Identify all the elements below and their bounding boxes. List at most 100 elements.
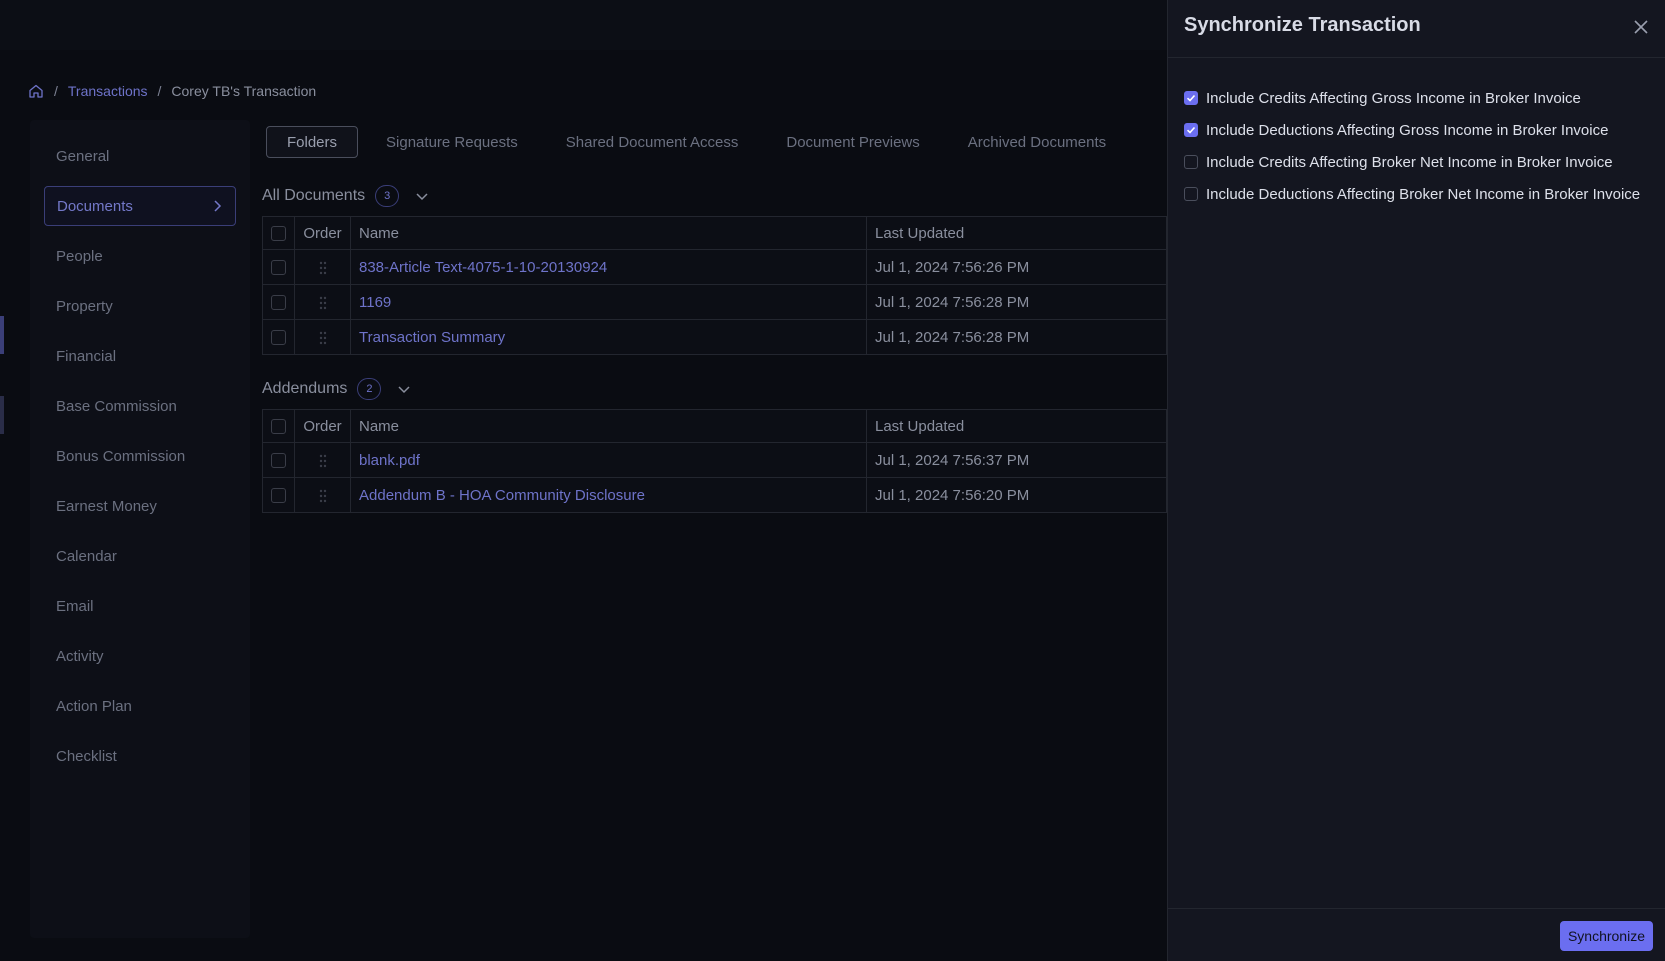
chevron-down-icon[interactable] bbox=[413, 187, 431, 205]
tab-folders[interactable]: Folders bbox=[266, 126, 359, 158]
left-edge-accent bbox=[0, 396, 4, 434]
sidebar-item-general[interactable]: General bbox=[44, 136, 236, 176]
column-header-order[interactable]: Order bbox=[294, 216, 351, 250]
drawer-title: Synchronize Transaction bbox=[1184, 14, 1421, 36]
option-label: Include Credits Affecting Gross Income i… bbox=[1206, 89, 1581, 107]
table-row: 1169 Jul 1, 2024 7:56:28 PM bbox=[262, 284, 1167, 320]
row-checkbox[interactable] bbox=[271, 330, 286, 346]
table-row: Transaction Summary Jul 1, 2024 7:56:28 … bbox=[262, 319, 1167, 355]
sidebar-item-bonus-commission[interactable]: Bonus Commission bbox=[44, 436, 236, 476]
sidebar-item-financial[interactable]: Financial bbox=[44, 336, 236, 376]
sidebar-item-label: People bbox=[56, 247, 103, 265]
sidebar-item-base-commission[interactable]: Base Commission bbox=[44, 386, 236, 426]
breadcrumb-separator: / bbox=[54, 83, 58, 99]
option-label: Include Deductions Affecting Broker Net … bbox=[1206, 185, 1641, 203]
option-checkbox[interactable] bbox=[1184, 91, 1198, 105]
sidebar-item-label: Financial bbox=[56, 347, 117, 365]
table-header-row: Order Name Last Updated bbox=[262, 216, 1167, 250]
sidebar-item-earnest-money[interactable]: Earnest Money bbox=[44, 486, 236, 526]
column-header-last-updated[interactable]: Last Updated bbox=[866, 409, 1167, 443]
drag-handle-icon[interactable] bbox=[318, 296, 328, 310]
sidebar-item-label: Base Commission bbox=[56, 397, 177, 415]
last-updated-cell: Jul 1, 2024 7:56:20 PM bbox=[866, 477, 1167, 513]
sidebar-item-checklist[interactable]: Checklist bbox=[44, 736, 236, 776]
sidebar-item-activity[interactable]: Activity bbox=[44, 636, 236, 676]
section-title: Addendums bbox=[262, 380, 348, 397]
sidebar-item-label: Property bbox=[56, 297, 113, 315]
section-title: All Documents bbox=[262, 187, 366, 204]
table-row: blank.pdf Jul 1, 2024 7:56:37 PM bbox=[262, 442, 1167, 478]
document-link[interactable]: 838-Article Text-4075-1-10-20130924 bbox=[359, 259, 607, 276]
sidebar-item-label: Email bbox=[56, 597, 94, 615]
column-header-order[interactable]: Order bbox=[294, 409, 351, 443]
drag-handle-icon[interactable] bbox=[318, 489, 328, 503]
home-icon[interactable] bbox=[28, 83, 44, 99]
option-checkbox[interactable] bbox=[1184, 155, 1198, 169]
tab-signature-requests[interactable]: Signature Requests bbox=[366, 126, 538, 158]
select-all-checkbox[interactable] bbox=[271, 226, 286, 242]
column-header-last-updated[interactable]: Last Updated bbox=[866, 216, 1167, 250]
tab-archived-documents[interactable]: Archived Documents bbox=[948, 126, 1126, 158]
option-checkbox[interactable] bbox=[1184, 123, 1198, 137]
table-header-row: Order Name Last Updated bbox=[262, 409, 1167, 443]
breadcrumb-transactions-link[interactable]: Transactions bbox=[68, 83, 148, 99]
drag-handle-icon[interactable] bbox=[318, 331, 328, 345]
addendums-table: Order Name Last Updated blank.pdf Jul 1,… bbox=[262, 409, 1167, 513]
tab-shared-document-access[interactable]: Shared Document Access bbox=[546, 126, 759, 158]
last-updated-cell: Jul 1, 2024 7:56:37 PM bbox=[866, 442, 1167, 478]
left-edge-accent bbox=[0, 316, 4, 354]
select-all-checkbox[interactable] bbox=[271, 419, 286, 435]
table-row: Addendum B - HOA Community Disclosure Ju… bbox=[262, 477, 1167, 513]
document-link[interactable]: Transaction Summary bbox=[359, 329, 505, 346]
synchronize-button[interactable]: Synchronize bbox=[1559, 921, 1653, 951]
row-checkbox[interactable] bbox=[271, 488, 286, 504]
option-label: Include Credits Affecting Broker Net Inc… bbox=[1206, 153, 1613, 171]
option-deductions-gross-income[interactable]: Include Deductions Affecting Gross Incom… bbox=[1184, 114, 1640, 146]
divider bbox=[1168, 57, 1665, 58]
last-updated-cell: Jul 1, 2024 7:56:28 PM bbox=[866, 284, 1167, 320]
column-header-name[interactable]: Name bbox=[350, 409, 867, 443]
all-documents-table: Order Name Last Updated 838-Article Text… bbox=[262, 216, 1167, 355]
sidebar-item-calendar[interactable]: Calendar bbox=[44, 536, 236, 576]
tab-document-previews[interactable]: Document Previews bbox=[766, 126, 939, 158]
option-label: Include Deductions Affecting Gross Incom… bbox=[1206, 121, 1609, 139]
sidebar-item-property[interactable]: Property bbox=[44, 286, 236, 326]
document-link[interactable]: 1169 bbox=[359, 294, 391, 311]
row-checkbox[interactable] bbox=[271, 295, 286, 311]
document-link[interactable]: Addendum B - HOA Community Disclosure bbox=[359, 487, 645, 504]
option-checkbox[interactable] bbox=[1184, 187, 1198, 201]
sidebar-item-documents[interactable]: Documents bbox=[44, 186, 236, 226]
breadcrumb-current: Corey TB's Transaction bbox=[171, 83, 317, 99]
sidebar-item-people[interactable]: People bbox=[44, 236, 236, 276]
option-credits-net-income[interactable]: Include Credits Affecting Broker Net Inc… bbox=[1184, 146, 1640, 178]
chevron-down-icon[interactable] bbox=[395, 380, 413, 398]
document-tabs: Folders Signature Requests Shared Docume… bbox=[266, 126, 1134, 158]
synchronize-transaction-drawer: Synchronize Transaction Include Credits … bbox=[1167, 0, 1665, 961]
all-documents-header[interactable]: All Documents 3 bbox=[262, 183, 431, 209]
sidebar-item-email[interactable]: Email bbox=[44, 586, 236, 626]
close-icon[interactable] bbox=[1631, 17, 1651, 37]
drag-handle-icon[interactable] bbox=[318, 261, 328, 275]
sidebar-item-action-plan[interactable]: Action Plan bbox=[44, 686, 236, 726]
sidebar-item-label: Bonus Commission bbox=[56, 447, 186, 465]
sidebar-item-label: Earnest Money bbox=[56, 497, 157, 515]
sidebar-item-label: Action Plan bbox=[56, 697, 132, 715]
row-checkbox[interactable] bbox=[271, 260, 286, 276]
document-link[interactable]: blank.pdf bbox=[359, 452, 420, 469]
count-badge: 2 bbox=[357, 378, 382, 400]
option-credits-gross-income[interactable]: Include Credits Affecting Gross Income i… bbox=[1184, 82, 1640, 114]
column-header-name[interactable]: Name bbox=[350, 216, 867, 250]
count-badge: 3 bbox=[375, 185, 400, 207]
sidebar: General Documents People Property Financ… bbox=[30, 120, 250, 938]
addendums-header[interactable]: Addendums 2 bbox=[262, 376, 413, 402]
breadcrumb-separator: / bbox=[157, 83, 162, 99]
divider bbox=[1168, 908, 1665, 909]
row-checkbox[interactable] bbox=[271, 453, 286, 469]
last-updated-cell: Jul 1, 2024 7:56:26 PM bbox=[866, 249, 1167, 285]
sync-options: Include Credits Affecting Gross Income i… bbox=[1184, 82, 1640, 210]
drag-handle-icon[interactable] bbox=[318, 454, 328, 468]
chevron-right-icon bbox=[209, 198, 225, 214]
sidebar-item-label: Checklist bbox=[56, 747, 117, 765]
sidebar-item-label: Calendar bbox=[56, 547, 117, 565]
option-deductions-net-income[interactable]: Include Deductions Affecting Broker Net … bbox=[1184, 178, 1640, 210]
